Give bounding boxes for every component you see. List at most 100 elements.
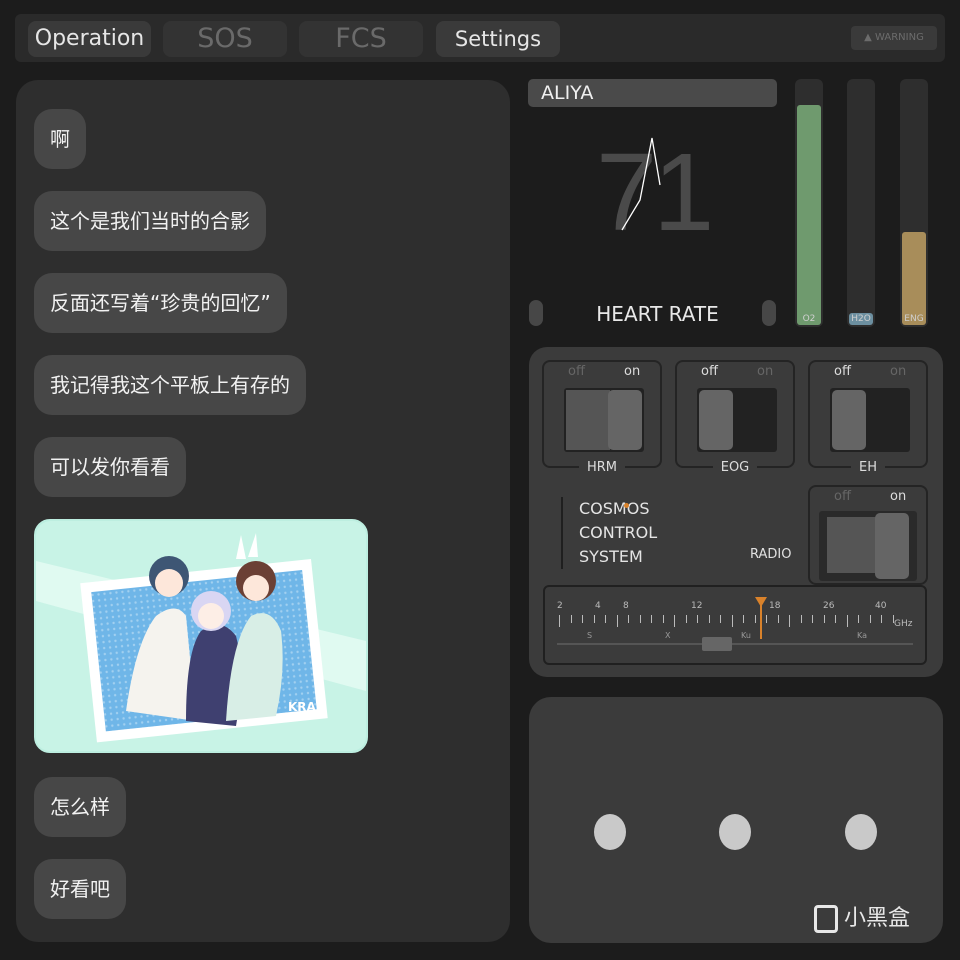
eh-on-label: on	[890, 364, 907, 379]
heartbeat-waveform-icon	[621, 137, 661, 231]
tuner-tick	[570, 615, 572, 623]
radio-switch-box: off on	[808, 485, 928, 585]
eh-toggle-knob[interactable]	[832, 390, 866, 450]
radio-toggle-switch[interactable]	[819, 511, 917, 581]
tuner-tick	[892, 615, 894, 623]
warning-indicator: ▲ WARNING	[851, 26, 937, 50]
tuner-rail	[557, 643, 913, 645]
eog-off-label: off	[701, 364, 718, 379]
eog-toggle-switch[interactable]	[697, 388, 777, 452]
tuner-scale-label: 26	[823, 601, 835, 611]
tuner-tick	[800, 615, 802, 623]
tuner-band-label: X	[665, 631, 671, 640]
tuner-tick	[697, 615, 698, 623]
tuner-unit-label: GHz	[894, 619, 913, 629]
eog-on-label: on	[757, 364, 774, 379]
system-line-1-text: COSMOS	[579, 499, 650, 518]
system-line-3: SYSTEM	[579, 547, 643, 566]
eog-toggle-knob[interactable]	[699, 390, 733, 450]
tuner-tick	[708, 615, 710, 623]
hrm-off-label: off	[568, 364, 585, 379]
top-navigation-bar: Operation SOS FCS Settings ▲ WARNING	[15, 14, 945, 62]
tab-settings[interactable]: Settings	[436, 21, 560, 57]
tuner-tick	[559, 615, 560, 627]
chat-photo-message[interactable]: KRA	[34, 519, 368, 753]
chat-message: 这个是我们当时的合影	[34, 191, 266, 251]
tab-operation[interactable]: Operation	[28, 21, 151, 57]
watermark-text: 小黑盒	[844, 906, 911, 931]
tuner-slider-handle[interactable]	[702, 637, 732, 651]
radio-toggle-knob[interactable]	[875, 513, 909, 579]
hrm-toggle-switch[interactable]	[564, 388, 644, 452]
o2-gauge	[795, 79, 823, 327]
radio-toggle-fill	[827, 517, 877, 573]
tuner-tick	[662, 615, 664, 623]
h2o-gauge	[847, 79, 875, 327]
system-line-1: COSMOS	[579, 497, 657, 521]
system-name: COSMOS CONTROL SYSTEM	[561, 497, 657, 569]
action-button-1[interactable]	[594, 814, 626, 850]
tuner-scale-label: 2	[557, 601, 563, 611]
tuner-tick	[812, 615, 813, 623]
action-button-2[interactable]	[719, 814, 751, 850]
tuner-tick	[743, 615, 744, 623]
tuner-tick	[823, 615, 825, 623]
eng-gauge	[900, 79, 928, 327]
h2o-gauge-label: H2O	[851, 314, 871, 324]
chat-message: 反面还写着“珍贵的回忆”	[34, 273, 287, 333]
tuner-scale-label: 12	[691, 601, 703, 611]
watermark: 小黑盒	[814, 897, 910, 941]
tuner-scale-label: 18	[769, 601, 781, 611]
eh-switch-label: EH	[851, 460, 885, 475]
tuner-tick	[846, 615, 848, 627]
watermark-logo-icon	[814, 905, 838, 933]
tuner-band-label: S	[587, 631, 593, 640]
group-photo-illustration: KRA	[36, 521, 366, 751]
tuner-tick	[582, 615, 583, 623]
heart-rate-label: HEART RATE	[596, 302, 719, 326]
o2-gauge-fill	[797, 105, 821, 325]
action-button-3[interactable]	[845, 814, 877, 850]
heart-rate-left-knob[interactable]	[529, 300, 543, 326]
eog-switch-box: off on EOG	[675, 360, 795, 475]
warning-icon: ▲	[864, 32, 876, 43]
radio-tuner[interactable]: 2 4 8 12 18 26 40 GHz S X Ku Ka	[543, 585, 927, 665]
chat-message: 我记得我这个平板上有存的	[34, 355, 306, 415]
warning-label: WARNING	[875, 32, 924, 43]
tuner-scale-label: 40	[875, 601, 887, 611]
tuner-tick	[858, 615, 859, 623]
hrm-toggle-fill	[566, 390, 610, 450]
tuner-tick	[731, 615, 733, 627]
tuner-tick	[789, 615, 790, 627]
patient-name-bar: ALIYA	[528, 79, 777, 107]
hrm-toggle-knob[interactable]	[608, 390, 642, 450]
eng-gauge-fill	[902, 232, 926, 325]
tuner-band-label: Ku	[741, 631, 751, 640]
o2-gauge-label: O2	[802, 314, 816, 324]
tuner-tick	[616, 615, 618, 627]
tuner-tick	[881, 615, 882, 623]
photo-caption: KRA	[288, 700, 317, 714]
tuner-tick	[777, 615, 779, 623]
tuner-band-label: Ka	[857, 631, 868, 640]
hrm-on-label: on	[624, 364, 641, 379]
hrm-switch-label: HRM	[578, 460, 626, 475]
tuner-tick	[754, 615, 756, 623]
radio-off-label: off	[834, 489, 851, 504]
tab-fcs[interactable]: FCS	[299, 21, 423, 57]
eog-switch-label: EOG	[712, 460, 758, 475]
chat-message: 怎么样	[34, 777, 126, 837]
eh-off-label: off	[834, 364, 851, 379]
tuner-tick	[651, 615, 652, 623]
eh-toggle-switch[interactable]	[830, 388, 910, 452]
chat-message: 好看吧	[34, 859, 126, 919]
tuner-tick	[720, 615, 721, 623]
heart-rate-right-knob[interactable]	[762, 300, 776, 326]
tuner-tick	[628, 615, 629, 623]
chat-panel[interactable]: 啊 这个是我们当时的合影 反面还写着“珍贵的回忆” 我记得我这个平板上有存的 可…	[16, 80, 510, 942]
radio-label: RADIO	[750, 547, 792, 562]
tuner-scale-label: 4	[595, 601, 601, 611]
tab-sos[interactable]: SOS	[163, 21, 287, 57]
chat-message: 啊	[34, 109, 86, 169]
tuner-pointer-line	[759, 605, 762, 639]
